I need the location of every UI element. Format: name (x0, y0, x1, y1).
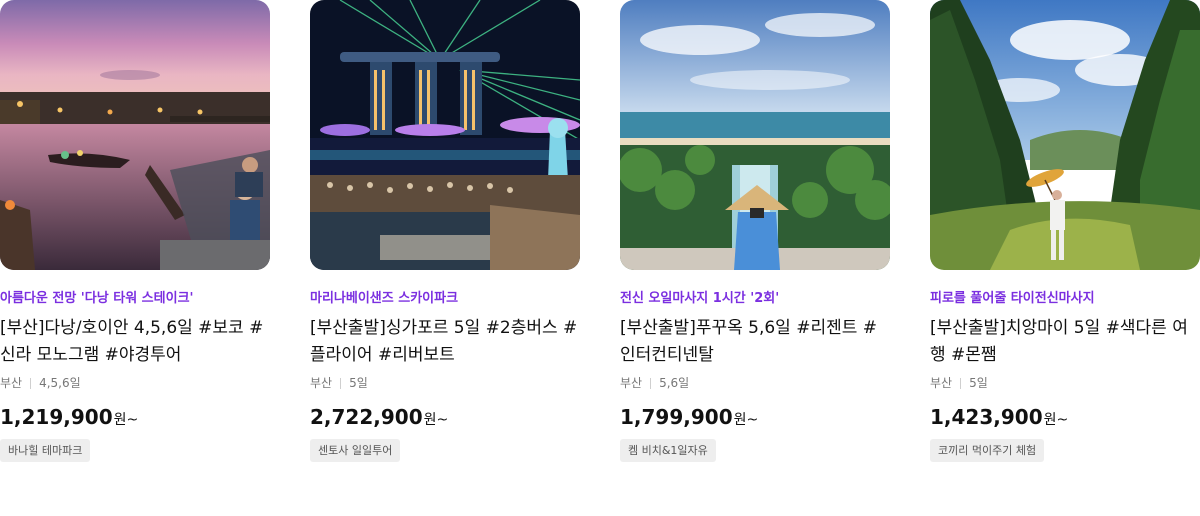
price-amount: 1,799,900 (620, 405, 733, 429)
price-unit: 원~ (423, 412, 449, 428)
price-unit: 원~ (733, 412, 759, 428)
meta-divider (30, 377, 32, 389)
product-price: 2,722,900 원~ (310, 404, 580, 433)
promo-text: 아름다운 전망 '다낭 타워 스테이크' (0, 291, 194, 306)
product-meta: 부산 5일 (930, 375, 1200, 391)
product-meta: 부산 5일 (310, 375, 580, 391)
trip-duration: 5,6일 (659, 376, 690, 390)
feature-tag: 켐 비치&1일자유 (620, 439, 716, 462)
meta-divider (960, 377, 962, 389)
price-unit: 원~ (113, 412, 139, 428)
product-card-singapore[interactable]: 마리나베이샌즈 스카이파크 [부산출발]싱가포르 5일 #2층버스 #플라이어 … (310, 0, 580, 462)
product-image-hoian-river[interactable] (0, 0, 270, 270)
product-title[interactable]: [부산]다낭/호이안 4,5,6일 #보코 #신라 모노그램 #야경투어 (0, 315, 272, 369)
product-card-phu-quoc[interactable]: 전신 오일마사지 1시간 '2회' [부산출발]푸꾸옥 5,6일 #리젠트 #인… (620, 0, 890, 462)
product-price: 1,799,900 원~ (620, 404, 890, 433)
price-amount: 1,219,900 (0, 405, 113, 429)
product-title[interactable]: [부산출발]푸꾸옥 5,6일 #리젠트 #인터컨티넨탈 (620, 315, 892, 369)
promo-text: 전신 오일마사지 1시간 '2회' (620, 291, 780, 306)
promo-text: 마리나베이샌즈 스카이파크 (310, 291, 459, 306)
departure-city: 부산 (620, 376, 643, 390)
product-title[interactable]: [부산출발]싱가포르 5일 #2층버스 #플라이어 #리버보트 (310, 315, 582, 369)
promo-text: 피로를 풀어줄 타이전신마사지 (930, 291, 1095, 306)
product-title[interactable]: [부산출발]치앙마이 5일 #색다른 여행 #몬쨈 (930, 315, 1200, 369)
feature-tag: 바나힐 테마파크 (0, 439, 91, 462)
feature-tag: 코끼리 먹이주기 체험 (930, 439, 1045, 462)
product-price: 1,219,900 원~ (0, 404, 270, 433)
price-amount: 2,722,900 (310, 405, 423, 429)
meta-divider (650, 377, 652, 389)
departure-city: 부산 (930, 376, 953, 390)
product-image-marina-bay-light-show[interactable] (310, 0, 580, 270)
price-unit: 원~ (1043, 412, 1069, 428)
price-amount: 1,423,900 (930, 405, 1043, 429)
product-card-chiang-mai[interactable]: 피로를 풀어줄 타이전신마사지 [부산출발]치앙마이 5일 #색다른 여행 #몬… (930, 0, 1200, 462)
product-meta: 부산 5,6일 (620, 375, 890, 391)
trip-duration: 4,5,6일 (39, 376, 81, 390)
trip-duration: 5일 (969, 376, 988, 390)
meta-divider (340, 377, 342, 389)
departure-city: 부산 (0, 376, 23, 390)
product-card-danang[interactable]: 아름다운 전망 '다낭 타워 스테이크' [부산]다낭/호이안 4,5,6일 #… (0, 0, 270, 462)
product-meta: 부산 4,5,6일 (0, 375, 270, 391)
product-price: 1,423,900 원~ (930, 404, 1200, 433)
product-image-pine-forest[interactable] (930, 0, 1200, 270)
product-image-resort-beach[interactable] (620, 0, 890, 270)
feature-tag: 센토사 일일투어 (310, 439, 401, 462)
trip-duration: 5일 (349, 376, 368, 390)
departure-city: 부산 (310, 376, 333, 390)
